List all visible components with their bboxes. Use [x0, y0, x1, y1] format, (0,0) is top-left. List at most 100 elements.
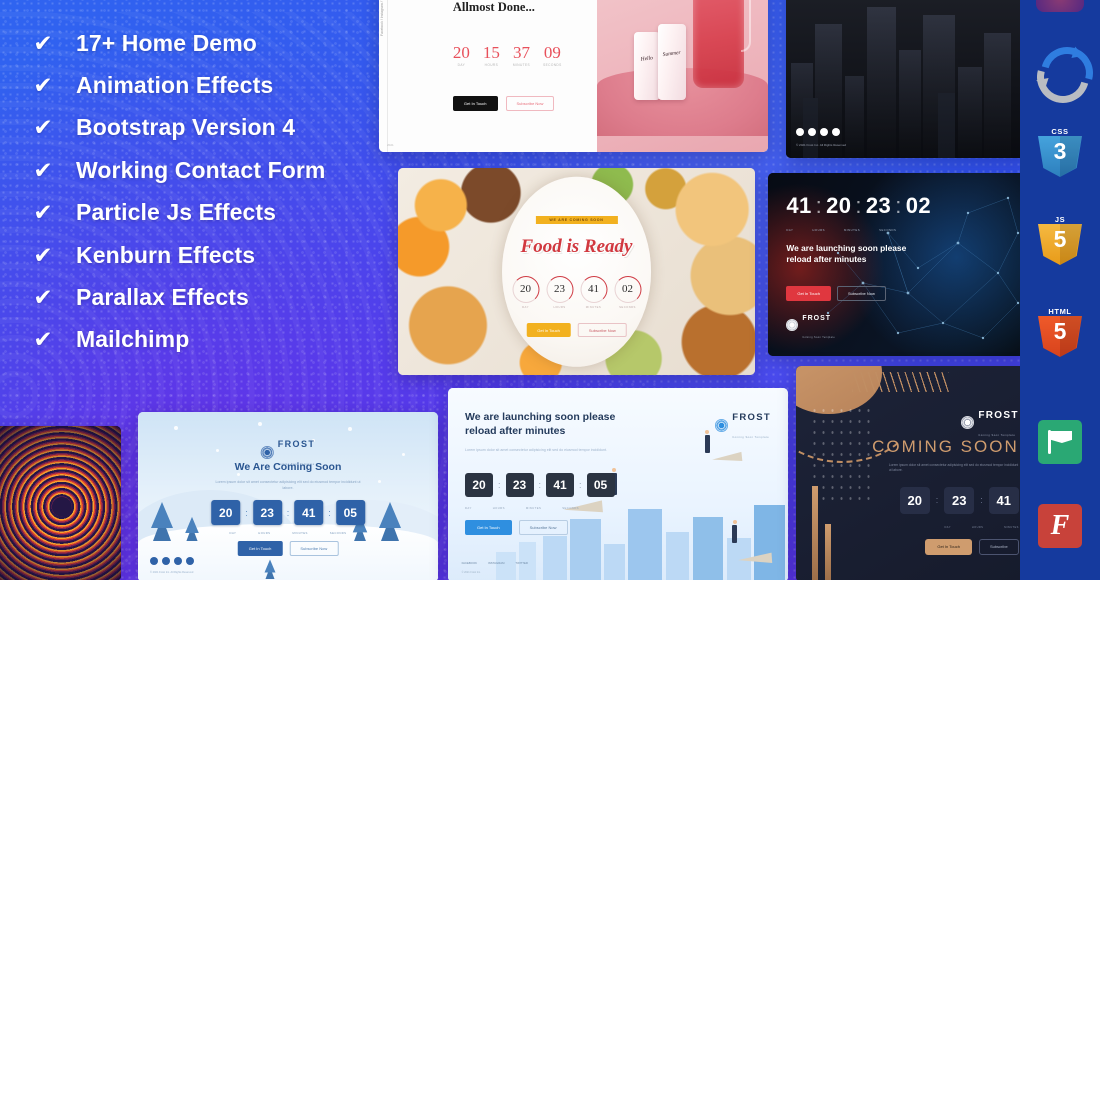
subscribe-button[interactable]: Subscribe Now	[518, 519, 568, 535]
business-paragraph: Lorem ipsum dolor sit amet consectetur a…	[465, 448, 608, 453]
summer-left-panel	[379, 0, 597, 152]
twitter-link[interactable]: TWITTER	[515, 561, 527, 565]
copper-hatch-lines	[851, 372, 950, 392]
winter-countdown-labels: DAY HOURS MINUTES SECONDS	[230, 531, 347, 535]
get-in-touch-button[interactable]: Get In Touch	[237, 541, 283, 557]
countdown-value: 37	[512, 43, 530, 62]
countdown-label: HOURS	[484, 63, 499, 67]
preview-stage: ✔ 17+ Home Demo ✔ Animation Effects ✔ Bo…	[0, 0, 1100, 580]
social-icons	[796, 128, 840, 136]
thumbnail-business[interactable]: We are launching soon please reload afte…	[448, 388, 788, 580]
countdown-separator: :	[579, 480, 582, 491]
feature-item: ✔ 17+ Home Demo	[30, 22, 325, 64]
get-in-touch-button[interactable]: Get In Touch	[925, 538, 972, 555]
countdown-value: 20	[211, 500, 241, 526]
countdown-cell: 15 HOURS	[483, 44, 500, 67]
countdown-value: 41	[294, 500, 324, 526]
countdown-value: 41	[546, 473, 575, 498]
instagram-link[interactable]: INSTAGRAM	[488, 561, 504, 565]
subscribe-button[interactable]: Subscribe	[978, 538, 1019, 555]
summer-jug	[692, 0, 752, 88]
check-icon: ✔	[33, 326, 53, 353]
food-countdown: 20 DAY 23 HOURS 41 MINUTES 02 SECONDS	[512, 275, 641, 309]
countdown-label: HOURS	[492, 506, 505, 511]
dribbble-icon[interactable]	[832, 128, 840, 136]
particles-text-line1: We are launching soon please	[786, 242, 907, 253]
summer-can-text: Summer	[662, 50, 682, 59]
dribbble-icon[interactable]	[186, 557, 194, 565]
facebook-icon[interactable]	[796, 128, 804, 136]
thumbnail-copper[interactable]: FROST Coming Soon Template COMING SOON L…	[796, 366, 1028, 580]
subscribe-button[interactable]: Subscribe Now	[836, 286, 886, 302]
js-label: JS	[1054, 215, 1066, 224]
countdown-value: 20	[512, 275, 539, 303]
frost-logo: FROST Coming Soon Template	[961, 405, 1018, 441]
css3-label: CSS	[1051, 127, 1069, 136]
thumbnail-winter[interactable]: FROST Coming Soon Template We Are Coming…	[138, 412, 438, 580]
countdown-label: HOURS	[258, 531, 271, 535]
summer-rail	[387, 0, 388, 152]
css3-icon: CSS 3	[1034, 126, 1086, 178]
subscribe-button[interactable]: Subscribe Now	[505, 96, 555, 111]
countdown-cell: 02 SECONDS	[614, 275, 641, 309]
feature-item: ✔ Parallax Effects	[30, 276, 325, 318]
countdown-label: HOURS	[812, 227, 825, 232]
html5-label: HTML	[1048, 307, 1072, 316]
get-in-touch-button[interactable]: Get In Touch	[465, 519, 512, 535]
countdown-label: DAY	[786, 227, 794, 232]
get-in-touch-button[interactable]: Get In Touch	[452, 96, 498, 111]
twitter-icon[interactable]	[820, 128, 828, 136]
copper-paragraph: Lorem ipsum dolor sit amet consectetur a…	[888, 463, 1019, 473]
countdown-label: MINUTES	[585, 304, 602, 309]
countdown-value: 41	[786, 193, 812, 219]
countdown-cell: 20 DAY	[512, 275, 539, 309]
countdown-separator: :	[855, 193, 862, 219]
summer-buttons: Get In Touch Subscribe Now	[452, 96, 555, 111]
frost-logo-name: FROST	[732, 412, 771, 424]
food-title: Food is Ready	[520, 236, 633, 258]
get-in-touch-button[interactable]: Get In Touch	[786, 286, 831, 302]
city-copyright: © 2021 Frost Inc. All Rights Reserved	[796, 143, 847, 147]
get-in-touch-button[interactable]: Get In Touch	[526, 323, 571, 338]
css3-version: 3	[1053, 138, 1067, 164]
countdown-label: SECONDS	[619, 304, 636, 309]
countdown-label: DAY	[944, 525, 951, 529]
fontawesome-icon: F	[1034, 500, 1086, 552]
feature-label: Bootstrap Version 4	[76, 114, 296, 141]
subscribe-button[interactable]: Subscribe Now	[577, 323, 627, 338]
summer-rail-text: Facebook / Instagram / Twitter	[380, 0, 384, 36]
fontawesome-letter: F	[1050, 510, 1070, 541]
subscribe-button[interactable]: Subscribe Now	[289, 541, 339, 557]
countdown-label: MINUTES	[292, 531, 308, 535]
facebook-link[interactable]: FACEBOOK	[462, 561, 477, 565]
countdown-cell: 20 DAY	[453, 44, 470, 67]
thumbnail-particles[interactable]: 41 : 20 : 23 : 02 DAY HOURS MINUTES SECO…	[768, 173, 1030, 356]
thumbnail-food[interactable]: WE ARE COMING SOON Food is Ready 20 DAY …	[398, 168, 755, 375]
summer-can: Hello	[634, 32, 661, 100]
google-icon[interactable]	[162, 557, 170, 565]
copper-title: COMING SOON	[872, 437, 1019, 457]
feature-label: Parallax Effects	[76, 284, 249, 311]
countdown-separator: :	[286, 507, 290, 518]
flaticon-icon	[1034, 416, 1086, 468]
feature-item: ✔ Particle Js Effects	[30, 192, 325, 234]
google-icon[interactable]	[808, 128, 816, 136]
business-title-line1: We are launching soon please	[465, 411, 616, 424]
thumbnail-spiral[interactable]	[0, 426, 121, 580]
thumbnail-summer[interactable]: Facebook / Instagram / Twitter Hello Sum…	[379, 0, 768, 152]
countdown-value: 41	[988, 486, 1019, 514]
countdown-label: MINUTES	[525, 506, 542, 511]
food-ribbon: WE ARE COMING SOON	[535, 215, 618, 225]
countdown-value: 02	[614, 275, 641, 303]
twitter-icon[interactable]	[174, 557, 182, 565]
thumbnail-city-dark[interactable]: Get In Touch Subscribe Now © 2021 Frost …	[786, 0, 1031, 158]
countdown-value: 20	[899, 486, 930, 514]
feature-item: ✔ Working Contact Form	[30, 149, 325, 191]
facebook-icon[interactable]	[150, 557, 158, 565]
frost-logo-name: FROST	[277, 439, 316, 450]
countdown-value: 20	[465, 473, 493, 498]
page-whitespace	[0, 580, 1100, 1100]
particles-text: We are launching soon please reload afte…	[786, 243, 906, 266]
countdown-value: 05	[335, 500, 365, 526]
winter-copyright: © 2021 Frost Inc. All Rights Reserved	[150, 570, 194, 574]
